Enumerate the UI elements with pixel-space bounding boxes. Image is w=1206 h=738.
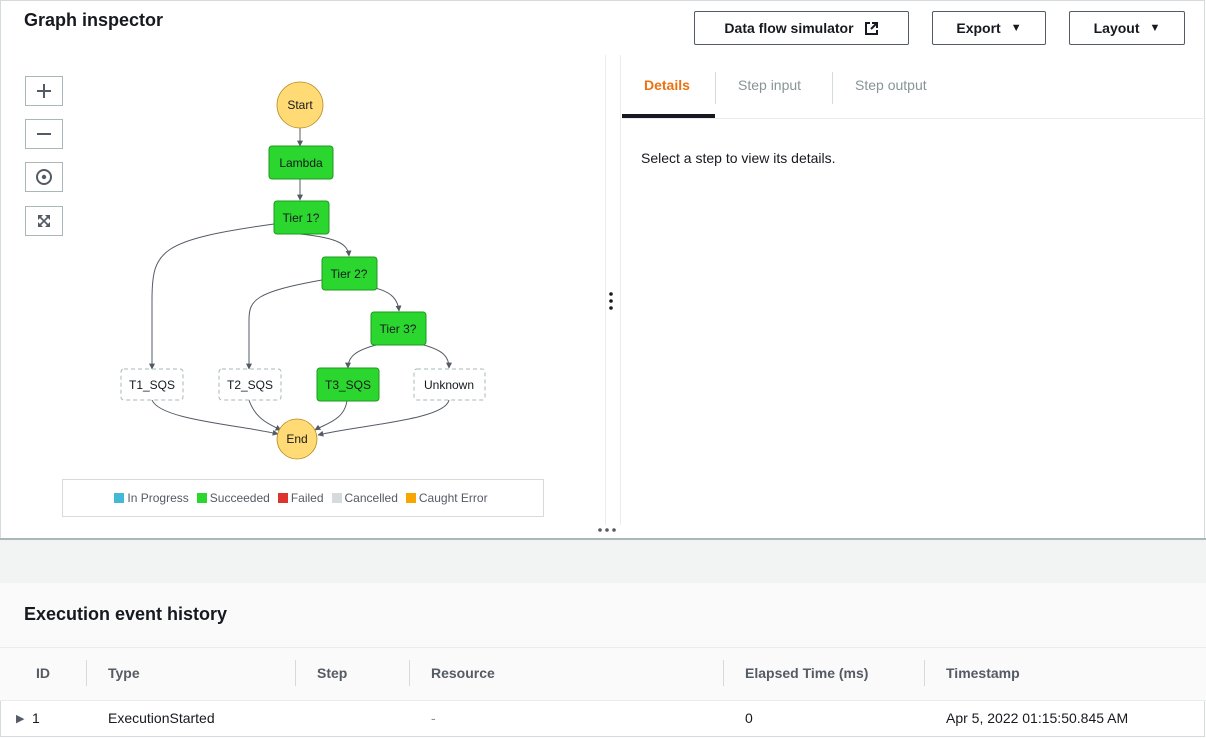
- event-elapsed-time: 0: [745, 710, 753, 726]
- legend-item-in-progress: In Progress: [114, 491, 189, 505]
- state-label: Tier 1?: [283, 211, 320, 225]
- horizontal-resize-handle-icon[interactable]: [597, 527, 617, 533]
- simulator-label: Data flow simulator: [724, 20, 854, 36]
- state-tier1[interactable]: Tier 1?: [273, 200, 330, 235]
- layout-label: Layout: [1093, 20, 1140, 36]
- event-type: ExecutionStarted: [108, 710, 215, 726]
- legend-item-caught-error: Caught Error: [405, 491, 488, 505]
- active-tab-indicator: [622, 114, 715, 118]
- edge: [246, 279, 323, 370]
- details-empty-message: Select a step to view its details.: [641, 150, 836, 166]
- export-button[interactable]: Export ▼: [932, 11, 1046, 45]
- state-label: Tier 2?: [331, 267, 368, 281]
- section-gap: [0, 540, 1206, 583]
- tab-details[interactable]: Details: [644, 77, 690, 93]
- edge: [149, 223, 275, 370]
- state-label: T3_SQS: [325, 378, 371, 392]
- event-timestamp: Apr 5, 2022 01:15:50.845 AM: [946, 710, 1129, 726]
- legend-item-failed: Failed: [277, 491, 324, 505]
- panel-divider: [605, 55, 606, 525]
- legend-item-succeeded: Succeeded: [196, 491, 270, 505]
- table-header-row: [0, 648, 1206, 701]
- edge: [419, 343, 452, 369]
- state-lambda[interactable]: Lambda: [268, 145, 334, 180]
- tab-separator: [715, 72, 716, 104]
- state-tier2[interactable]: Tier 2?: [321, 256, 378, 291]
- event-id: 1: [32, 710, 40, 726]
- history-title: Execution event history: [24, 604, 228, 624]
- state-tier3[interactable]: Tier 3?: [370, 311, 427, 346]
- state-label: Tier 3?: [380, 322, 417, 336]
- panel-divider: [620, 55, 621, 525]
- caret-down-icon: ▼: [1010, 22, 1022, 34]
- state-end[interactable]: End: [276, 418, 318, 460]
- state-t1-sqs[interactable]: T1_SQS: [120, 368, 184, 401]
- column-separator: [723, 660, 724, 686]
- column-resource[interactable]: Resource: [431, 665, 495, 681]
- export-label: Export: [956, 20, 1001, 36]
- edge: [374, 287, 402, 312]
- tab-step-output[interactable]: Step output: [855, 77, 927, 93]
- layout-button[interactable]: Layout ▼: [1069, 11, 1185, 45]
- state-label: T2_SQS: [227, 378, 273, 392]
- details-tabs: Details Step input Step output: [622, 60, 1206, 119]
- state-t3-sqs[interactable]: T3_SQS: [316, 367, 380, 402]
- state-label: End: [286, 432, 307, 446]
- column-timestamp[interactable]: Timestamp: [946, 665, 1020, 681]
- state-label: Unknown: [424, 378, 474, 392]
- state-label: T1_SQS: [129, 378, 175, 392]
- edge: [345, 343, 381, 369]
- edge: [299, 233, 352, 257]
- tab-separator: [832, 72, 833, 104]
- state-t2-sqs[interactable]: T2_SQS: [218, 368, 282, 401]
- state-machine-graph: Start Lambda Tier 1? Tier 2? Tier 3? T1_…: [120, 81, 486, 460]
- state-start[interactable]: Start: [276, 81, 324, 129]
- column-id[interactable]: ID: [36, 665, 50, 681]
- tab-step-input[interactable]: Step input: [738, 77, 801, 93]
- column-separator: [86, 660, 87, 686]
- status-legend: In Progress Succeeded Failed Cancelled C…: [62, 479, 544, 517]
- data-flow-simulator-button[interactable]: Data flow simulator: [694, 11, 909, 45]
- state-label: Lambda: [279, 156, 323, 170]
- column-elapsed-time[interactable]: Elapsed Time (ms): [745, 665, 868, 681]
- state-label: Start: [287, 98, 313, 112]
- column-separator: [924, 660, 925, 686]
- legend-item-cancelled: Cancelled: [331, 491, 398, 505]
- event-resource: -: [431, 710, 436, 726]
- caret-down-icon: ▼: [1149, 22, 1161, 34]
- external-link-icon: [864, 21, 878, 35]
- edge: [314, 399, 348, 431]
- column-separator: [409, 660, 410, 686]
- expand-row-icon[interactable]: ▶: [16, 712, 24, 725]
- column-step[interactable]: Step: [317, 665, 347, 681]
- edge: [248, 399, 282, 431]
- vertical-resize-handle-icon[interactable]: [609, 292, 613, 310]
- column-type[interactable]: Type: [108, 665, 140, 681]
- state-unknown[interactable]: Unknown: [413, 368, 486, 401]
- column-separator: [295, 660, 296, 686]
